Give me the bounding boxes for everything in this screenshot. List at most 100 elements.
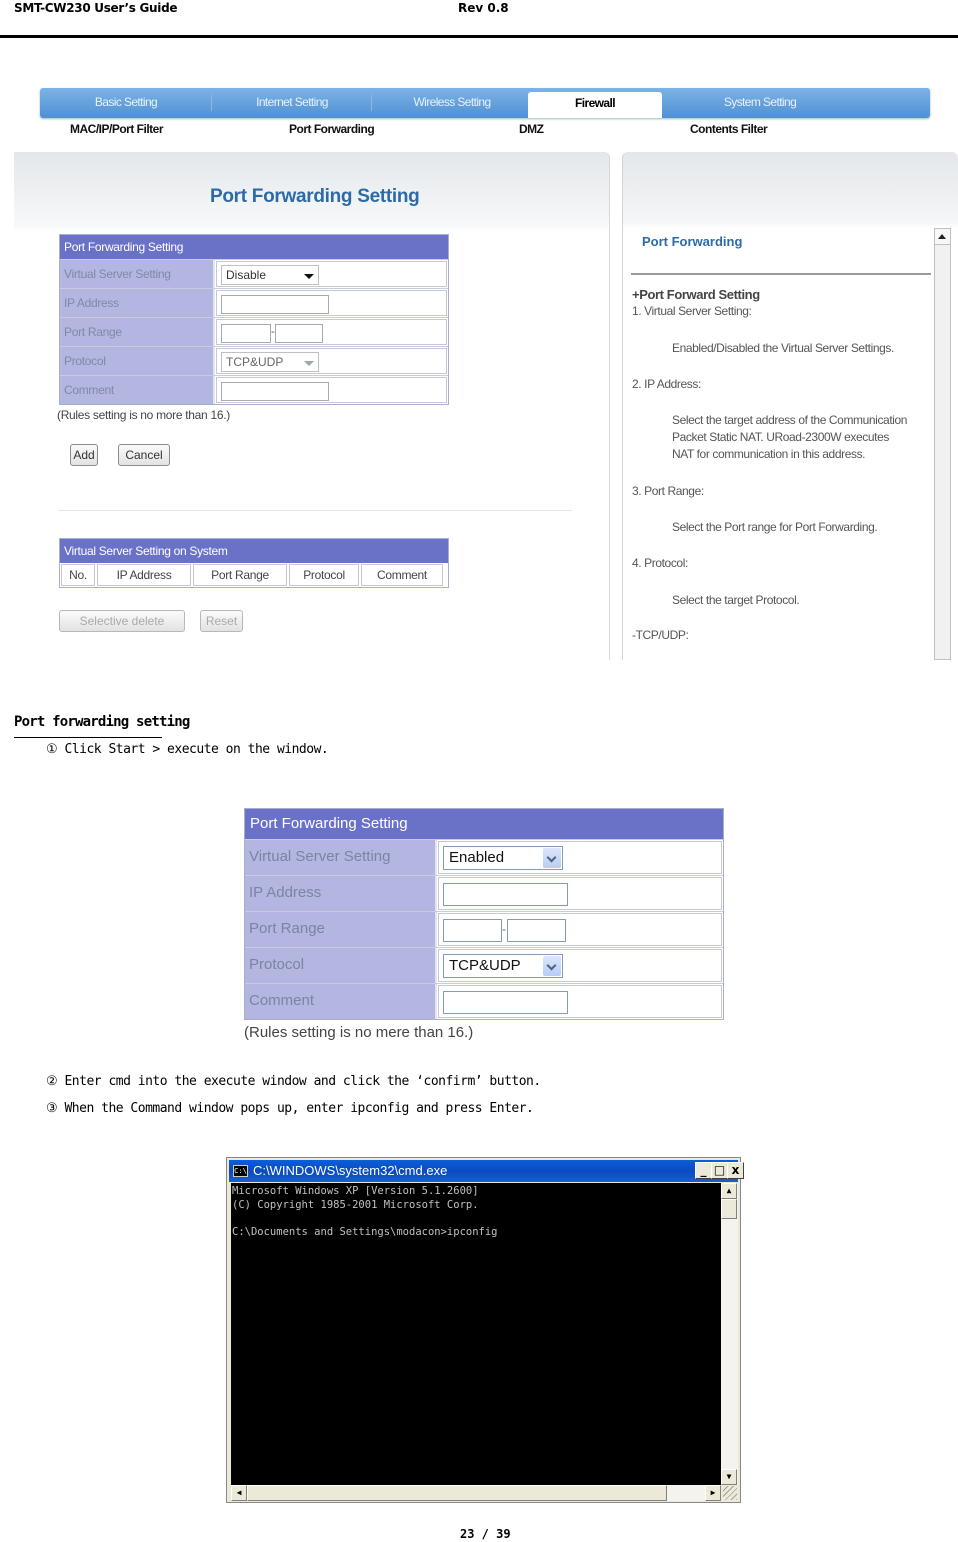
step-1: ① Click Start > execute on the window. (46, 742, 329, 757)
subnav-contents-filter[interactable]: Contents Filter (690, 122, 768, 136)
port-from-input[interactable] (221, 324, 271, 343)
console-output[interactable]: Microsoft Windows XP [Version 5.1.2600](… (231, 1183, 721, 1485)
protocol-value: TCP&UDP (226, 355, 284, 369)
virtual-server-select[interactable]: Enabled (443, 846, 563, 870)
table-columns: No. IP Address Port Range Protocol Comme… (60, 563, 448, 587)
ip-address-input[interactable] (443, 883, 568, 906)
help-item-heading: 1. Virtual Server Setting: (632, 304, 752, 318)
help-item-heading: 2. IP Address: (632, 377, 701, 391)
form-row-comment: Comment (245, 983, 723, 1019)
horizontal-scrollbar[interactable]: ◀ ▶ (231, 1485, 721, 1501)
divider (58, 510, 572, 511)
scroll-thumb[interactable] (721, 1199, 737, 1219)
form-row-port-range: Port Range - (245, 911, 723, 947)
help-divider (631, 273, 931, 275)
vertical-scrollbar[interactable]: ▲ ▼ (721, 1183, 738, 1485)
help-item-body: Select the target Protocol. (672, 593, 800, 607)
close-icon[interactable]: x (727, 1162, 744, 1179)
subnav-dmz[interactable]: DMZ (519, 122, 544, 136)
document-header: SMT-CW230 User’s Guide Rev 0.8 (0, 0, 958, 40)
scroll-right-arrow-icon[interactable]: ▶ (705, 1485, 721, 1501)
router-ui-screenshot: Basic Setting Internet Setting Wireless … (14, 80, 958, 660)
scroll-down-arrow-icon[interactable]: ▼ (721, 1469, 737, 1485)
help-panel: Port Forwarding +Port Forward Setting 1.… (622, 152, 958, 660)
column-port-range: Port Range (193, 564, 287, 586)
subnav-mac-ip-port-filter[interactable]: MAC/IP/Port Filter (70, 122, 164, 136)
port-forwarding-form: Port Forwarding Setting Virtual Server S… (59, 234, 449, 405)
nav-tab-wireless-setting[interactable]: Wireless Setting (372, 88, 532, 118)
virtual-server-table: Virtual Server Setting on System No. IP … (59, 538, 449, 588)
document-revision: Rev 0.8 (458, 1, 509, 15)
subnav-port-forwarding[interactable]: Port Forwarding (289, 122, 375, 136)
console-line: C:\Documents and Settings\modacon>ipconf… (232, 1225, 498, 1238)
comment-input[interactable] (443, 991, 568, 1014)
virtual-server-select[interactable]: Disable (221, 265, 319, 285)
help-section-title: +Port Forward Setting (632, 287, 760, 302)
chevron-down-icon (543, 848, 561, 868)
help-title: Port Forwarding (642, 234, 743, 249)
help-item-body: Enabled/Disabled the Virtual Server Sett… (672, 341, 894, 355)
protocol-label: Protocol (60, 347, 215, 375)
step-3: ③ When the Command window pops up, enter… (46, 1101, 534, 1116)
table-header: Virtual Server Setting on System (60, 539, 448, 563)
section-underline (14, 737, 162, 738)
port-range-label: Port Range (60, 318, 215, 346)
reset-button[interactable]: Reset (200, 610, 243, 632)
port-range-dash: - (502, 922, 506, 936)
scroll-up-arrow-icon[interactable]: ▲ (721, 1183, 737, 1199)
form-header: Port Forwarding Setting (60, 235, 448, 259)
column-ip-address: IP Address (97, 564, 191, 586)
help-scrollbar[interactable] (934, 228, 951, 660)
column-protocol: Protocol (289, 564, 359, 586)
maximize-icon[interactable]: □ (711, 1162, 728, 1179)
form-row-virtual-server: Virtual Server Setting Disable (60, 259, 448, 288)
ip-address-input[interactable] (221, 295, 329, 314)
nav-tab-system-setting[interactable]: System Setting (680, 88, 840, 118)
header-rule (0, 35, 958, 38)
document-title: SMT-CW230 User’s Guide (14, 1, 178, 15)
minimize-icon[interactable]: _ (695, 1162, 712, 1179)
protocol-value: TCP&UDP (449, 957, 521, 974)
form-row-protocol: Protocol TCP&UDP (245, 947, 723, 983)
form-zoom-screenshot: Port Forwarding Setting Virtual Server S… (244, 808, 724, 1041)
console-line: Microsoft Windows XP [Version 5.1.2600] (232, 1185, 479, 1197)
protocol-select[interactable]: TCP&UDP (443, 954, 563, 978)
page-number: 23 / 39 (460, 1527, 511, 1541)
virtual-server-value: Disable (226, 268, 267, 282)
help-item-body: Packet Static NAT. URoad-2300W executes (672, 430, 889, 444)
rules-note: (Rules setting is no more than 16.) (57, 408, 230, 422)
page-title: Port Forwarding Setting (210, 186, 420, 207)
virtual-server-label: Virtual Server Setting (245, 840, 437, 875)
form-row-virtual-server: Virtual Server Setting Enabled (245, 839, 723, 875)
nav-tab-firewall[interactable]: Firewall (528, 92, 662, 118)
form-row-port-range: Port Range - (60, 317, 448, 346)
scroll-thumb[interactable] (247, 1485, 667, 1501)
help-item-body: Select the target address of the Communi… (672, 413, 908, 427)
resize-grip-icon[interactable] (723, 1486, 737, 1500)
port-forwarding-form-zoom: Port Forwarding Setting Virtual Server S… (244, 808, 724, 1020)
virtual-server-value: Enabled (449, 849, 505, 866)
cancel-button[interactable]: Cancel (118, 444, 170, 466)
nav-tab-basic-setting[interactable]: Basic Setting (40, 88, 212, 118)
comment-input[interactable] (221, 382, 329, 401)
section-title: Port forwarding setting (14, 714, 190, 730)
scroll-left-arrow-icon[interactable]: ◀ (231, 1485, 247, 1501)
chevron-down-icon (304, 274, 314, 279)
port-to-input[interactable] (507, 919, 566, 942)
cmd-title-bar[interactable]: C:\ C:\WINDOWS\system32\cmd.exe _ □ x (229, 1160, 744, 1182)
help-item-body: NAT for communication in this address. (672, 447, 866, 461)
comment-label: Comment (245, 984, 437, 1019)
nav-tab-internet-setting[interactable]: Internet Setting (212, 88, 372, 118)
port-to-input[interactable] (275, 324, 323, 343)
help-item-heading: 4. Protocol: (632, 556, 688, 570)
comment-label: Comment (60, 376, 215, 404)
port-from-input[interactable] (443, 919, 502, 942)
virtual-server-label: Virtual Server Setting (60, 260, 215, 288)
selective-delete-button[interactable]: Selective delete (59, 610, 185, 632)
ip-address-label: IP Address (60, 289, 215, 317)
console-icon: C:\ (233, 1165, 248, 1177)
scroll-up-arrow-icon[interactable] (935, 229, 950, 245)
protocol-select[interactable]: TCP&UDP (221, 352, 319, 372)
add-button[interactable]: Add (70, 444, 98, 466)
